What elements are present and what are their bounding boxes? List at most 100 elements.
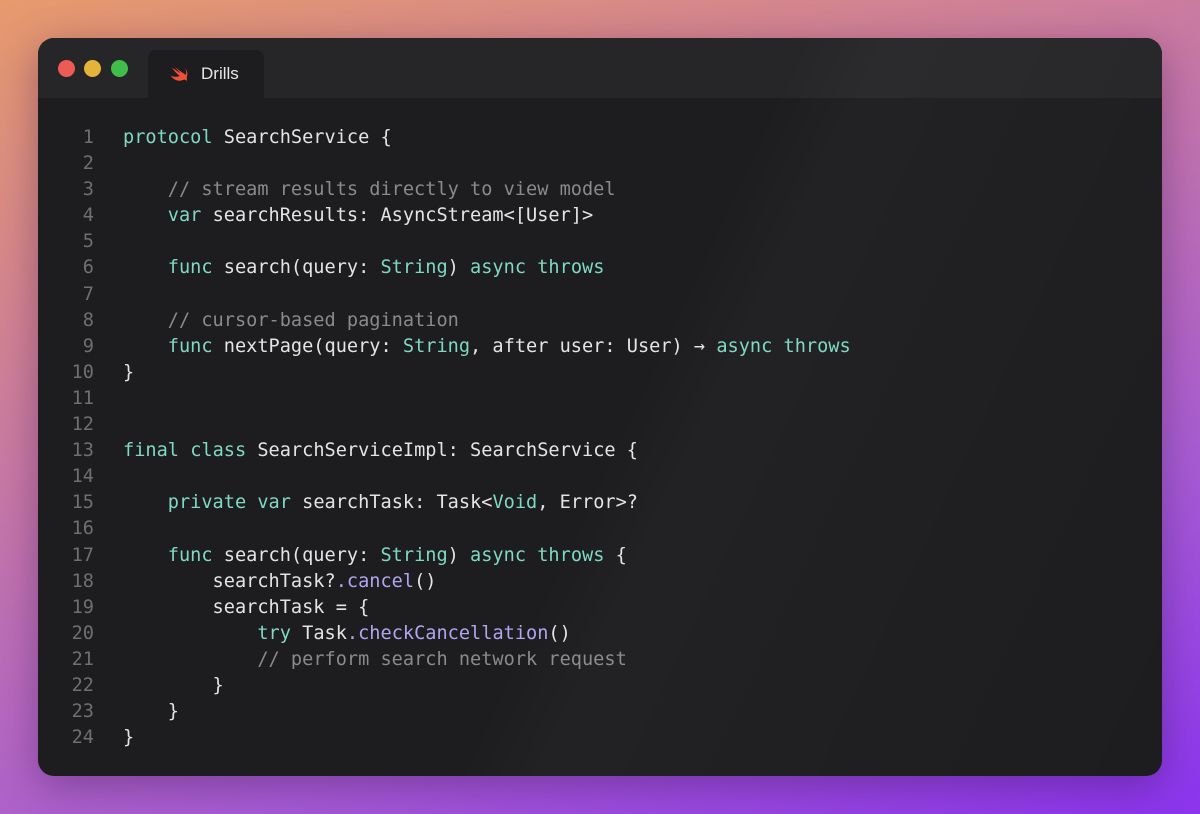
code-token: searchResults: AsyncStream<[User]> (201, 205, 594, 227)
line-number: 5 (82, 231, 94, 253)
code-line: 14 (38, 464, 1162, 490)
line-number: 10 (71, 361, 94, 383)
line-number: 6 (82, 257, 94, 279)
close-window-button[interactable] (58, 60, 75, 77)
line-number: 14 (71, 466, 94, 488)
line-number: 21 (71, 648, 94, 670)
line-text: // perform search network request (123, 647, 627, 673)
code-line: 10} (38, 360, 1162, 386)
code-token: , Error>? (537, 492, 638, 514)
code-line: 1 protocol SearchService { (38, 125, 1162, 151)
code-token: throws (537, 257, 605, 279)
code-token: String (380, 544, 448, 566)
code-token: } (123, 727, 135, 749)
line-text: protocol SearchService { (123, 125, 392, 151)
code-token: func (167, 544, 213, 566)
code-token: async (470, 544, 527, 566)
line-text: searchTask = { (123, 595, 370, 621)
code-token: func (167, 335, 213, 357)
code-token: var (167, 205, 202, 227)
code-token: // perform search network request (257, 648, 627, 670)
code-line: 4 var searchResults: AsyncStream<[User]> (38, 203, 1162, 229)
code-token: ) (447, 544, 471, 566)
line-text: // cursor-based pagination (123, 308, 459, 334)
code-line: 21 // perform search network request (38, 647, 1162, 673)
code-line: 23 } (38, 699, 1162, 725)
line-number: 16 (71, 518, 94, 540)
line-number: 24 (71, 727, 94, 749)
code-line: 16 (38, 516, 1162, 542)
line-text: } (123, 699, 179, 725)
code-token: searchTask? (123, 570, 336, 592)
code-token: class (190, 440, 247, 462)
line-text: // stream results directly to view model (123, 177, 616, 203)
code-editor[interactable]: 1 protocol SearchService { 2 3 // stream re… (38, 125, 1162, 751)
code-token: () (548, 622, 571, 644)
code-token: String (380, 257, 448, 279)
tab-drills[interactable]: Drills (148, 50, 264, 98)
maximize-window-button[interactable] (111, 60, 128, 77)
code-line: 11 (38, 386, 1162, 412)
tab-label: Drills (201, 64, 239, 83)
code-token: .checkCancellation (346, 622, 549, 644)
code-token: { (604, 544, 627, 566)
code-token: Task (290, 622, 347, 644)
code-token: var (257, 492, 291, 514)
line-text: } (123, 360, 134, 386)
code-line: 17 func search(query: String) async thro… (38, 543, 1162, 569)
code-token: } (123, 701, 179, 723)
code-line: 3 // stream results directly to view mod… (38, 177, 1162, 203)
code-line: 24} (38, 725, 1162, 751)
code-line: 18 searchTask?.cancel() (38, 569, 1162, 595)
code-line: 5 (38, 229, 1162, 255)
code-token: () (414, 570, 437, 592)
title-bar: Drills (38, 38, 1162, 98)
code-token: throws (537, 544, 605, 566)
code-token: String (402, 335, 471, 357)
line-number: 18 (71, 570, 94, 592)
code-token: try (257, 622, 291, 644)
code-line: 20 try Task.checkCancellation() (38, 621, 1162, 647)
swift-icon (170, 66, 188, 82)
code-token: SearchService { (212, 127, 392, 148)
code-token: async (470, 257, 527, 279)
code-token: } (123, 674, 224, 696)
code-token: searchTask: Task< (290, 492, 493, 514)
code-line: 19 searchTask = { (38, 595, 1162, 621)
line-number: 9 (82, 335, 94, 357)
code-line: 12 (38, 412, 1162, 438)
line-number: 11 (71, 387, 94, 409)
line-text: func search(query: String) async throws (123, 255, 605, 281)
code-token: nextPage(query: (212, 335, 403, 357)
line-text: func search(query: String) async throws … (123, 543, 627, 569)
line-number: 8 (82, 309, 94, 331)
code-line: 7 (38, 282, 1162, 308)
code-token: search(query: (212, 544, 381, 566)
line-number: 19 (71, 596, 94, 618)
code-token: private (167, 492, 247, 514)
line-number: 23 (71, 701, 94, 723)
code-token: protocol (123, 127, 213, 148)
line-number: 3 (82, 179, 94, 201)
line-text: final class SearchServiceImpl: SearchSer… (123, 438, 638, 464)
minimize-window-button[interactable] (84, 60, 101, 77)
line-number: 22 (71, 674, 94, 696)
code-token: SearchServiceImpl: SearchService { (246, 440, 638, 462)
code-line: 13 final class SearchServiceImpl: SearchS… (38, 438, 1162, 464)
code-token: , after user: User) → (470, 335, 717, 357)
line-text: try Task.checkCancellation() (123, 621, 571, 647)
code-line: 22 } (38, 673, 1162, 699)
editor-window: Drills 1 protocol SearchService { 2 3 // st… (38, 38, 1162, 776)
code-token: // cursor-based pagination (167, 309, 459, 331)
